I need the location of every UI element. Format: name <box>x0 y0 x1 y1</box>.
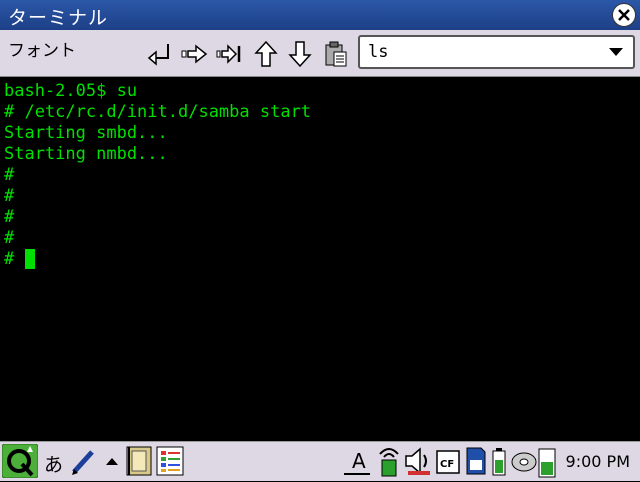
terminal-output[interactable]: bash-2.05$ su # /etc/rc.d/init.d/samba s… <box>0 77 640 441</box>
terminal-line: # <box>4 186 15 206</box>
cf-card-icon: CF <box>436 450 460 474</box>
clipboard-icon <box>325 41 347 67</box>
color-palette-icon <box>156 446 184 476</box>
sd-card-icon <box>466 447 486 475</box>
terminal-line: Starting nmbd... <box>4 144 168 164</box>
volume-button[interactable] <box>404 446 434 480</box>
command-combo[interactable]: ls <box>358 35 635 69</box>
terminal-prompt-line: # <box>4 249 25 269</box>
down-arrow-icon <box>288 41 312 68</box>
book-icon <box>126 446 152 476</box>
pen-icon <box>72 450 94 475</box>
chevron-down-icon[interactable] <box>609 48 623 56</box>
window-title: ターミナル <box>8 7 109 29</box>
right-arrow-icon <box>181 44 208 64</box>
paste-button[interactable] <box>322 40 350 68</box>
terminal-line: # <box>4 207 15 227</box>
taskbar: あ A CF 9:00 PM <box>0 441 640 481</box>
text-input-icon: A <box>344 449 370 475</box>
command-combo-value: ls <box>368 42 389 62</box>
terminal-line: bash-2.05$ su <box>4 81 138 101</box>
cf-card-status[interactable]: CF <box>436 450 460 478</box>
q-logo-icon <box>1 443 39 479</box>
taskbar-app-palette[interactable] <box>156 446 184 480</box>
enter-button[interactable] <box>146 40 174 68</box>
space-button[interactable] <box>180 40 208 68</box>
close-button[interactable] <box>612 3 636 27</box>
cdrom-status[interactable] <box>510 450 538 478</box>
font-menu[interactable]: フォント <box>8 36 76 61</box>
taskbar-app-book[interactable] <box>126 446 152 480</box>
up-arrow-icon <box>254 40 278 67</box>
start-menu-button[interactable] <box>1 443 39 482</box>
chevron-up-icon[interactable] <box>106 458 118 465</box>
speaker-icon <box>405 447 430 475</box>
cf-card-label: CF <box>440 459 454 470</box>
signal-strength[interactable] <box>538 448 556 482</box>
disc-drive-icon <box>511 452 537 472</box>
keyboard-mode-button[interactable]: A <box>342 446 372 482</box>
handwriting-button[interactable] <box>70 448 98 480</box>
network-status[interactable] <box>376 444 402 482</box>
terminal-line: Starting smbd... <box>4 123 168 143</box>
return-arrow-icon <box>147 44 169 66</box>
terminal-line: # <box>4 228 15 248</box>
sd-card-status[interactable] <box>465 446 487 480</box>
terminal-line: # <box>4 165 15 185</box>
toolbar: フォント ls <box>0 30 640 77</box>
clock[interactable]: 9:00 PM <box>566 452 630 471</box>
terminal-line: # /etc/rc.d/init.d/samba start <box>4 102 312 122</box>
svg-text:A: A <box>352 449 366 473</box>
down-button[interactable] <box>286 40 314 68</box>
input-method-indicator[interactable]: あ <box>44 450 63 477</box>
battery-icon <box>492 448 506 476</box>
tab-arrow-icon <box>216 44 241 64</box>
tab-button[interactable] <box>215 40 243 68</box>
signal-bar-icon <box>538 448 556 478</box>
title-bar: ターミナル <box>0 0 640 30</box>
wireless-icon <box>379 448 399 477</box>
battery-status[interactable] <box>492 448 506 480</box>
close-icon <box>618 9 630 21</box>
text-cursor <box>25 249 35 269</box>
up-button[interactable] <box>252 40 280 68</box>
